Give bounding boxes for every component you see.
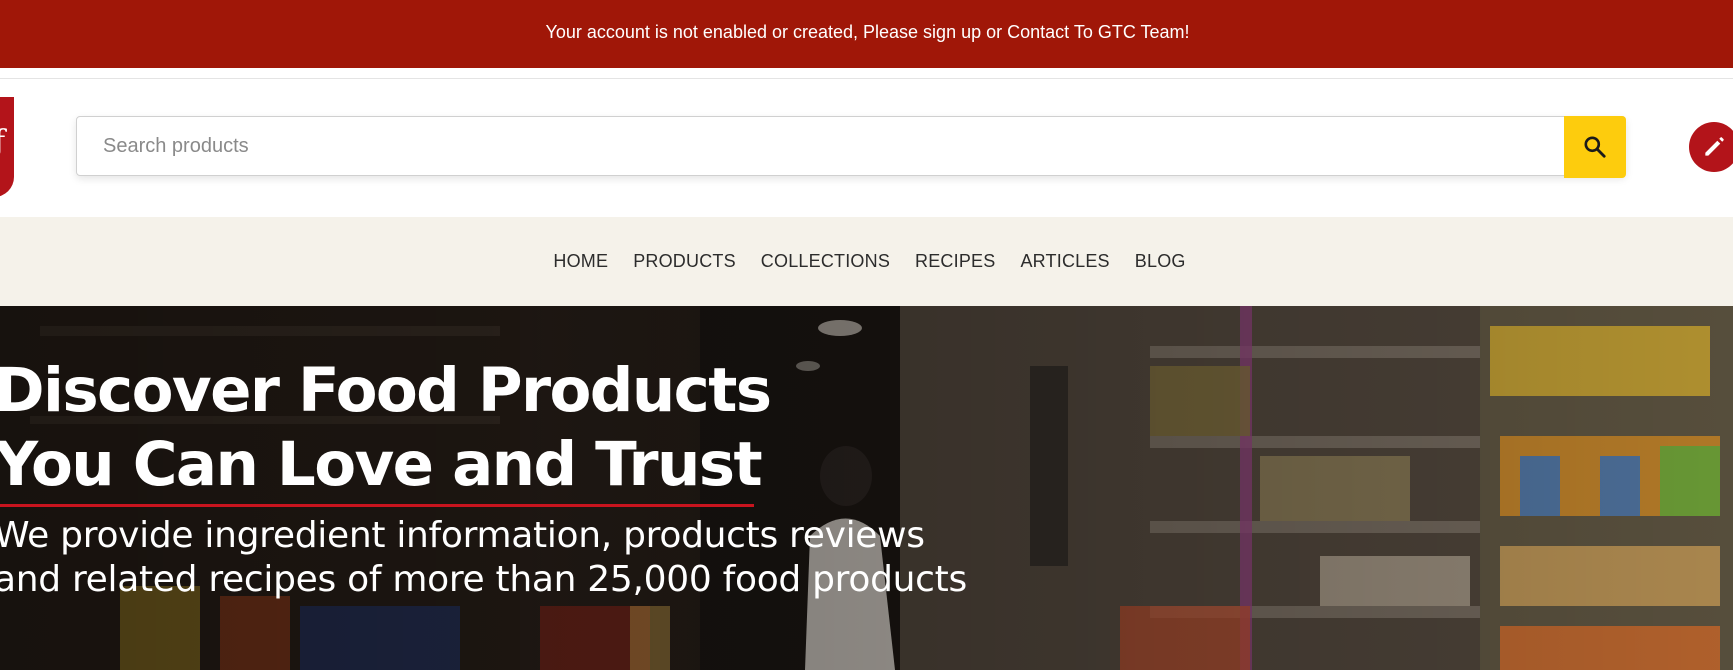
site-header: ƒ xyxy=(0,79,1733,217)
hero-banner: Discover Food Products You Can Love and … xyxy=(0,306,1733,670)
logo-glyph: ƒ xyxy=(0,127,5,157)
pencil-icon xyxy=(1705,137,1724,156)
nav-item-collections[interactable]: COLLECTIONS xyxy=(761,251,890,272)
hero-title: Discover Food Products You Can Love and … xyxy=(0,354,772,502)
nav-item-blog[interactable]: BLOG xyxy=(1135,251,1186,272)
hero-title-line-1: Discover Food Products xyxy=(0,355,772,426)
hero-subtitle: We provide ingredient information, produ… xyxy=(0,514,967,602)
alert-message: Your account is not enabled or created, … xyxy=(545,21,1190,42)
hero-subtitle-line-1: We provide ingredient information, produ… xyxy=(0,515,925,556)
hero-title-line-2: You Can Love and Trust xyxy=(0,429,763,500)
search-icon xyxy=(1584,136,1606,158)
nav-item-articles[interactable]: ARTICLES xyxy=(1020,251,1109,272)
search-input[interactable] xyxy=(77,117,1565,175)
hero-subtitle-line-2: and related recipes of more than 25,000 … xyxy=(0,559,967,600)
search-bar xyxy=(76,116,1626,178)
edit-button[interactable] xyxy=(1689,122,1733,172)
nav-item-products[interactable]: PRODUCTS xyxy=(633,251,736,272)
brand-logo[interactable]: ƒ xyxy=(0,97,14,197)
nav-item-home[interactable]: HOME xyxy=(553,251,608,272)
hero-title-underline xyxy=(0,504,754,507)
search-button[interactable] xyxy=(1564,116,1626,178)
account-alert-banner: Your account is not enabled or created, … xyxy=(0,0,1733,69)
nav-list: HOME PRODUCTS COLLECTIONS RECIPES ARTICL… xyxy=(0,217,1733,306)
nav-item-recipes[interactable]: RECIPES xyxy=(915,251,995,272)
main-navigation: HOME PRODUCTS COLLECTIONS RECIPES ARTICL… xyxy=(0,217,1733,306)
